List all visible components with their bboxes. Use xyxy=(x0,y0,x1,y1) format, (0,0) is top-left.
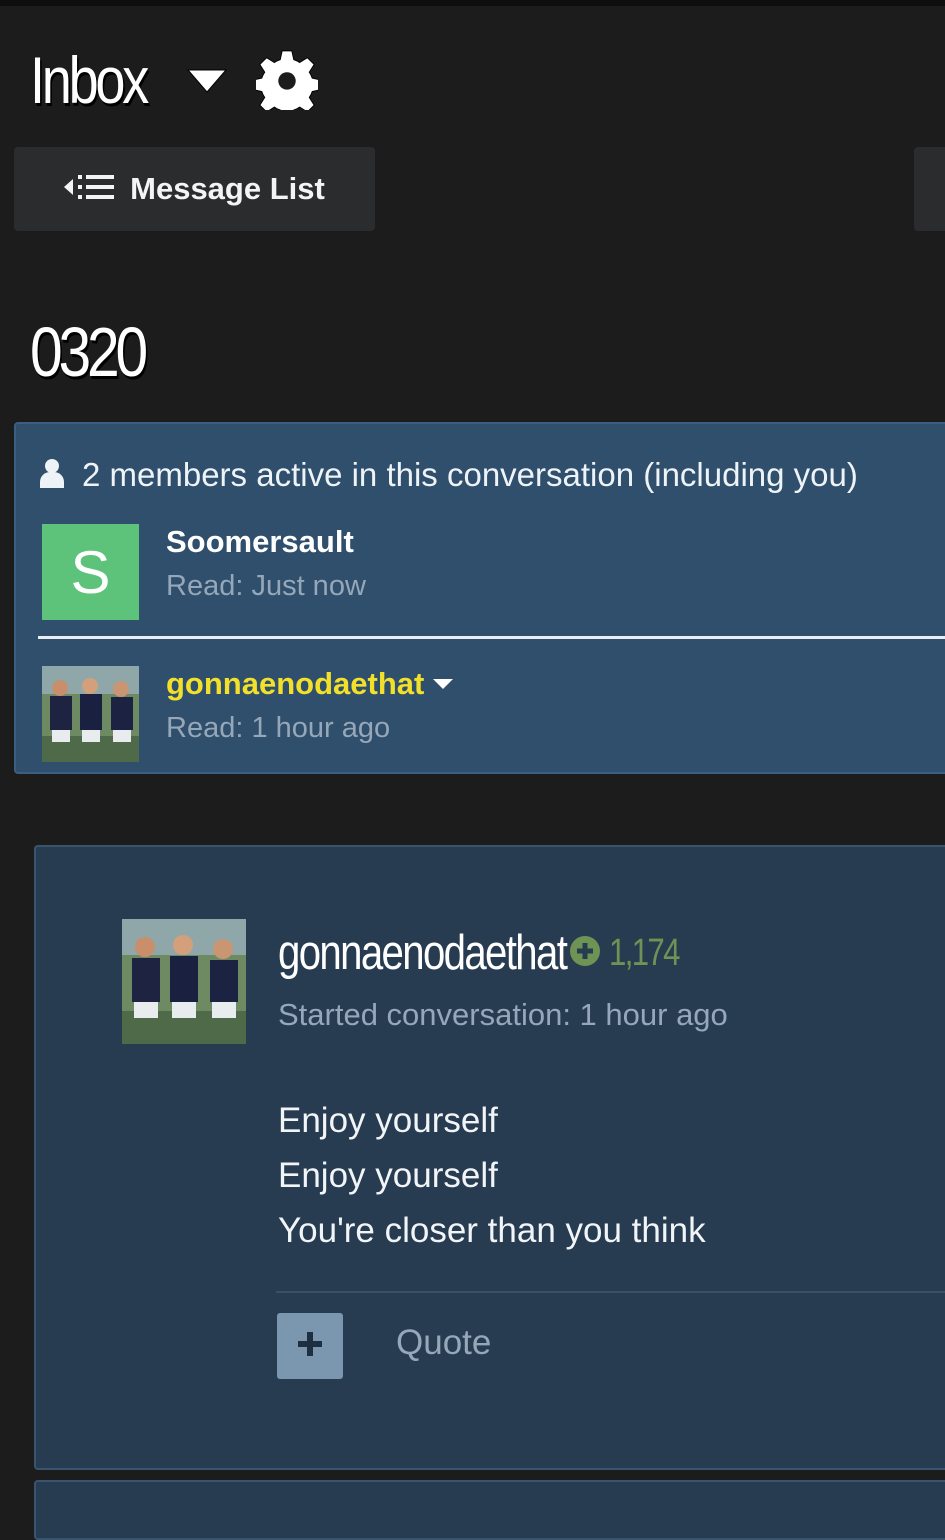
quote-link[interactable]: Quote xyxy=(396,1323,491,1363)
conversation-title: 0320 xyxy=(30,313,148,391)
plus-icon xyxy=(295,1329,325,1364)
post-line: Enjoy yourself xyxy=(278,1156,498,1195)
members-header-text: 2 members active in this conversation (i… xyxy=(82,456,858,493)
message-list-button[interactable]: Message List xyxy=(14,147,375,231)
members-header: 2 members active in this conversation (i… xyxy=(38,456,858,494)
message-post: gonnaenodaethat 1,174 Started conversati… xyxy=(34,845,945,1470)
divider xyxy=(38,636,945,639)
post-author[interactable]: gonnaenodaethat xyxy=(278,925,568,981)
user-icon xyxy=(38,457,66,494)
member-item: S Soomersault Read: Just now xyxy=(42,524,942,624)
page-title[interactable]: Inbox xyxy=(30,42,153,118)
gear-icon[interactable] xyxy=(252,48,322,119)
members-panel: 2 members active in this conversation (i… xyxy=(14,422,945,774)
post-body: Enjoy yourself Enjoy yourself You're clo… xyxy=(278,1093,706,1258)
member-read-status: Read: 1 hour ago xyxy=(166,712,391,744)
avatar[interactable] xyxy=(122,919,246,1044)
message-list-label: Message List xyxy=(130,171,325,206)
divider xyxy=(276,1291,945,1293)
member-name[interactable]: Soomersault xyxy=(166,524,354,560)
reputation-count: 1,174 xyxy=(609,931,680,974)
member-read-status: Read: Just now xyxy=(166,570,366,602)
add-reaction-button[interactable] xyxy=(277,1313,343,1379)
secondary-button[interactable] xyxy=(914,147,945,231)
member-item: gonnaenodaethat Read: 1 hour ago xyxy=(42,666,942,766)
inbox-header: Inbox xyxy=(30,40,322,120)
plus-circle-icon xyxy=(569,935,601,972)
avatar[interactable]: S xyxy=(42,524,139,620)
avatar[interactable] xyxy=(42,666,139,762)
post-timestamp: Started conversation: 1 hour ago xyxy=(278,997,728,1032)
member-name: gonnaenodaethat xyxy=(166,666,425,701)
member-name-row[interactable]: gonnaenodaethat xyxy=(166,666,454,702)
caret-down-icon[interactable] xyxy=(432,677,454,691)
status-bar xyxy=(0,0,945,6)
post-author-row: gonnaenodaethat 1,174 xyxy=(278,925,694,981)
caret-down-icon[interactable] xyxy=(186,66,228,101)
avatar-letter: S xyxy=(70,538,111,606)
list-back-icon xyxy=(64,172,116,207)
post-line: Enjoy yourself xyxy=(278,1101,498,1140)
post-line: You're closer than you think xyxy=(278,1211,706,1250)
next-post xyxy=(34,1480,945,1540)
